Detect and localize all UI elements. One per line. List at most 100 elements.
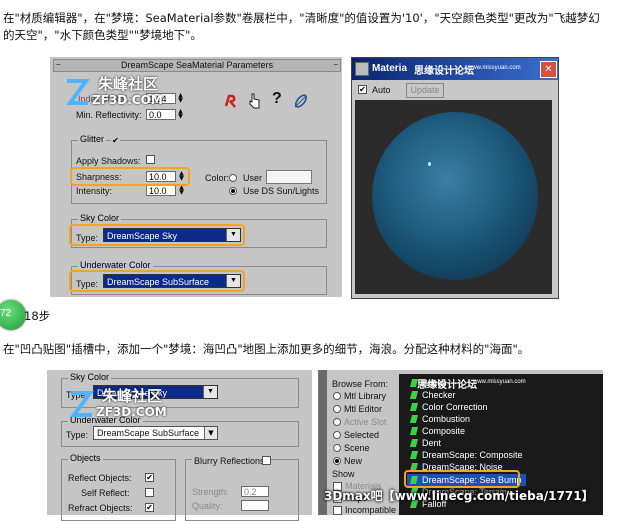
- pointer-hand-icon[interactable]: [247, 93, 261, 109]
- list-item[interactable]: DreamScape: Composite: [409, 450, 523, 460]
- reflect-objects-label: Reflect Objects:: [68, 473, 132, 483]
- chevron-down-icon[interactable]: ▼: [203, 386, 217, 398]
- map-type-icon: [409, 415, 419, 423]
- intensity-label: Intensity:: [76, 186, 113, 196]
- browse-mtl-editor-radio[interactable]: [333, 405, 341, 413]
- self-reflect-checkbox[interactable]: [145, 488, 154, 497]
- map-item-bricks: Bricks: [422, 378, 447, 388]
- refract-objects-label: Refract Objects:: [68, 503, 133, 513]
- refract-objects-checkbox[interactable]: ✔: [145, 503, 154, 512]
- step-text: 在"凹凸贴图"插槽中，添加一个"梦境：海凹凸"地图上添加更多的细节，海浪。分配这…: [3, 342, 530, 356]
- user-color-radio[interactable]: [229, 174, 237, 182]
- strength-label: Strength:: [192, 487, 229, 497]
- sharpness-highlight: [70, 167, 190, 186]
- quality-label: Quality:: [192, 501, 223, 511]
- list-item[interactable]: Dent: [409, 438, 442, 448]
- close-icon[interactable]: ✕: [540, 61, 557, 78]
- sea-bump-highlight: [404, 470, 520, 488]
- map-item-composite: Composite: [422, 426, 466, 436]
- underwater-color-group-label: Underwater Color: [78, 260, 153, 270]
- map-item-dent: Dent: [422, 438, 442, 448]
- window-app-icon: [355, 62, 369, 76]
- auto-checkbox[interactable]: ✔: [358, 85, 367, 94]
- update-button[interactable]: Update: [406, 83, 444, 98]
- glitter-checkbox[interactable]: ✔: [111, 137, 120, 146]
- chevron-down-icon[interactable]: ▼: [204, 427, 217, 439]
- blurry-reflections-label: Blurry Reflections: [192, 456, 267, 466]
- browse-mtl-library-label: Mtl Library: [344, 391, 387, 401]
- map-type-icon: [409, 391, 419, 399]
- map-type-icon: [409, 403, 419, 411]
- browse-selected-label: Selected: [344, 430, 380, 440]
- forum-footer-watermark: 3Dmax吧【www.linecg.com/tieba/1771】: [324, 489, 594, 503]
- step-badge-number: 72: [0, 308, 12, 319]
- preview-sphere: [372, 112, 538, 280]
- glitter-group-label: Glitter: [78, 134, 107, 144]
- map-item-ds-composite: DreamScape: Composite: [422, 450, 523, 460]
- rollout-header[interactable]: − DreamScape SeaMaterial Parameters −: [53, 59, 341, 72]
- map-type-icon: [409, 439, 419, 447]
- browse-active-slot-radio[interactable]: [333, 418, 341, 426]
- watermark-url-2: ZF3D.COM: [96, 405, 167, 419]
- underwater-type-dropdown-2[interactable]: DreamScape SubSurface ▼: [93, 426, 218, 440]
- reflect-objects-checkbox[interactable]: ✔: [145, 473, 154, 482]
- browse-selected-radio[interactable]: [333, 431, 341, 439]
- preview-title: Materia: [372, 63, 408, 74]
- ds-sun-radio[interactable]: [229, 187, 237, 195]
- intro-line-2: 的天空"，"水下颜色类型""梦境地下"。: [3, 28, 202, 42]
- auto-label: Auto: [372, 85, 391, 95]
- feather-icon[interactable]: [293, 93, 309, 109]
- preview-viewport: [355, 100, 552, 294]
- objects-group-label: Objects: [68, 453, 103, 463]
- list-item[interactable]: Composite: [409, 426, 466, 436]
- underwater-type-label-2: Type:: [66, 430, 89, 440]
- browse-new-label: New: [344, 456, 363, 466]
- browse-mtl-library-radio[interactable]: [333, 392, 341, 400]
- list-item[interactable]: Combustion: [409, 414, 470, 424]
- rollout-title: DreamScape SeaMaterial Parameters: [120, 60, 274, 70]
- rollout-collapse-icon-right: −: [333, 60, 338, 69]
- map-item-color-correction: Color Correction: [422, 402, 488, 412]
- apply-shadows-checkbox[interactable]: [146, 155, 155, 164]
- map-type-icon: [409, 379, 419, 387]
- list-item[interactable]: Color Correction: [409, 402, 488, 412]
- preview-title-bar[interactable]: Materia 思缘设计论坛 www.missyuan.com ✕: [352, 58, 558, 80]
- map-type-icon: [409, 451, 419, 459]
- show-incompatible-checkbox[interactable]: [333, 506, 342, 515]
- zf3d-watermark: 朱峰社区 ZF3D.COM: [64, 73, 184, 113]
- step-badge: 72: [0, 300, 26, 330]
- site-watermark-url-2: www.missyuan.com: [473, 379, 526, 385]
- watermark-url: ZF3D.COM: [92, 93, 163, 107]
- dreamscape-logo-icon[interactable]: [223, 93, 239, 109]
- strength-spinner[interactable]: 0.2: [241, 486, 269, 497]
- site-watermark-url: www.missyuan.com: [468, 65, 521, 71]
- browse-from-label: Browse From:: [332, 379, 389, 389]
- browse-active-slot-label: Active Slot: [344, 417, 387, 427]
- blurry-reflections-checkbox[interactable]: [262, 456, 271, 465]
- sky-type-highlight: [69, 224, 245, 246]
- quality-spinner[interactable]: [241, 500, 269, 511]
- self-reflect-label: Self Reflect:: [81, 488, 130, 498]
- browse-scene-label: Scene: [344, 443, 370, 453]
- step-label: 18步: [24, 309, 51, 323]
- map-item-checker: Checker: [422, 390, 456, 400]
- intro-line-1: 在"材质编辑器"，在"梦境：SeaMaterial参数"卷展栏中，"清晰度"的值…: [3, 11, 600, 25]
- underwater-type-highlight: [69, 270, 245, 292]
- intensity-spinner-arrows[interactable]: ▲ ▼: [178, 185, 185, 196]
- list-item[interactable]: Bricks: [409, 378, 447, 388]
- list-item[interactable]: Checker: [409, 390, 456, 400]
- ds-sun-label: Use DS Sun/Lights: [243, 186, 320, 196]
- user-color-label: User: [243, 173, 263, 183]
- intensity-spinner[interactable]: 10.0: [146, 185, 176, 196]
- browse-mtl-editor-label: Mtl Editor: [344, 404, 383, 414]
- browse-new-radio[interactable]: [333, 457, 341, 465]
- map-type-icon: [409, 427, 419, 435]
- help-icon[interactable]: ?: [272, 90, 282, 108]
- underwater-type-value-2: DreamScape SubSurface: [97, 428, 200, 438]
- watermark-cn: 朱峰社区: [98, 75, 159, 93]
- show-incompatible-label: Incompatible: [345, 505, 397, 515]
- apply-shadows-label: Apply Shadows:: [76, 156, 141, 166]
- sky-color-group-label-2: Sky Color: [68, 372, 112, 382]
- browse-scene-radio[interactable]: [333, 444, 341, 452]
- user-color-swatch[interactable]: [266, 170, 312, 184]
